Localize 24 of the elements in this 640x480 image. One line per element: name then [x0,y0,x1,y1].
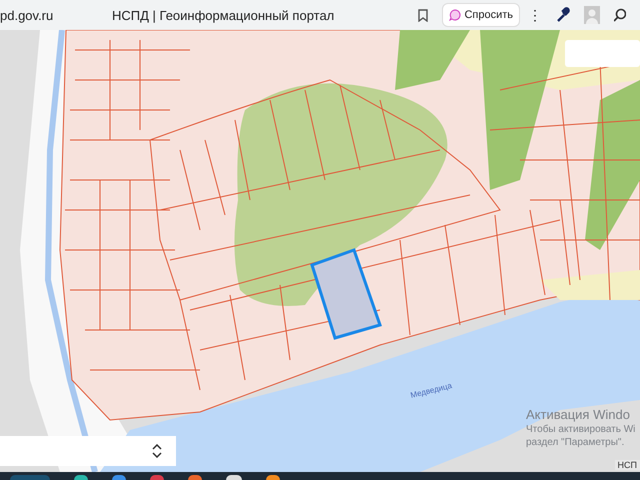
up-down-chevron-icon [152,444,162,458]
selected-parcel[interactable] [310,248,382,340]
map-attribution: НСП [614,460,640,470]
app-icon[interactable] [266,475,280,480]
page-title: НСПД | Геоинформационный портал [112,8,336,22]
activation-text: раздел "Параметры". [526,436,626,449]
browser-address-bar[interactable]: pd.gov.ru НСПД | Геоинформационный портал Спросить ⋮ [0,0,640,30]
app-icon[interactable] [188,475,202,480]
address-url[interactable]: pd.gov.ru [0,8,112,22]
app-icon[interactable] [74,475,88,480]
app-icon[interactable] [150,475,164,480]
cadastral-map-drawing[interactable] [0,30,640,472]
eyedropper-icon[interactable] [556,7,570,23]
more-menu-button[interactable]: ⋮ [528,7,542,23]
activation-title: Активация Windo [526,407,631,423]
app-icon[interactable] [112,475,126,480]
start-icon[interactable] [10,475,50,480]
bookmark-icon[interactable] [418,8,428,22]
layer-select-field[interactable] [0,436,176,466]
activation-text: Чтобы активировать Wi [526,423,636,436]
search-icon[interactable] [614,8,626,22]
ask-button[interactable]: Спросить [442,3,520,27]
browser-icon[interactable] [226,475,242,480]
chat-bubble-icon [449,9,462,21]
